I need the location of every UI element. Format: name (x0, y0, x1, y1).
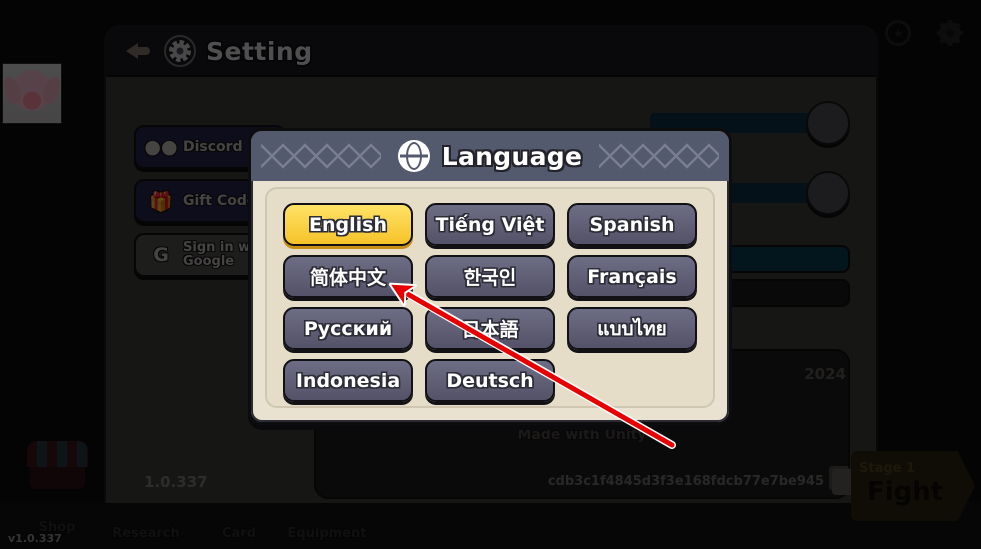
globe-icon (397, 140, 430, 172)
language-option-german[interactable]: Deutsch (425, 359, 555, 402)
language-option-spanish[interactable]: Spanish (567, 203, 697, 246)
language-modal-title: Language (441, 141, 583, 171)
language-option-thai[interactable]: แบบไทย (567, 307, 697, 350)
language-modal-body: English Tiếng Việt Spanish 简体中文 한국인 Fran… (265, 187, 715, 408)
language-modal: Language English Tiếng Việt Spanish 简体中文… (248, 128, 732, 425)
language-option-indonesian[interactable]: Indonesia (283, 359, 413, 402)
language-option-japanese[interactable]: 日本語 (425, 307, 555, 350)
language-option-russian[interactable]: Русский (283, 307, 413, 350)
language-option-french[interactable]: Français (567, 255, 697, 298)
language-option-chinese[interactable]: 简体中文 (283, 255, 413, 298)
language-option-vietnamese[interactable]: Tiếng Việt (425, 203, 555, 246)
language-modal-header: Language (251, 131, 729, 181)
language-option-korean[interactable]: 한국인 (425, 255, 555, 298)
game-screen: Setting ●● Discord 🎁 Gift Code G Sign in… (0, 0, 981, 549)
language-grid: English Tiếng Việt Spanish 简体中文 한국인 Fran… (283, 203, 697, 402)
language-option-english[interactable]: English (283, 203, 413, 246)
language-grid-spacer (567, 359, 697, 402)
